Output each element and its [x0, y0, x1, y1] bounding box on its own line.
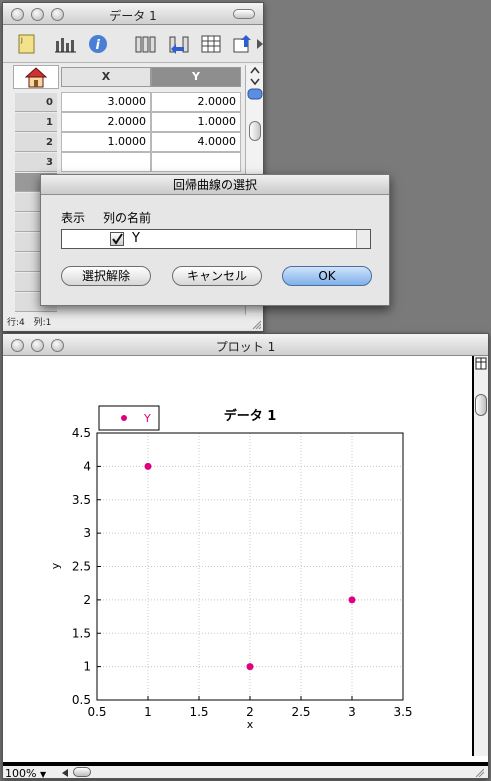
- home-button[interactable]: [13, 65, 59, 89]
- plot-window-titlebar[interactable]: プロット 1: [3, 334, 488, 356]
- row-number[interactable]: 2: [15, 133, 57, 152]
- column-header-x[interactable]: X: [61, 67, 151, 87]
- table-cell[interactable]: 1.0000: [61, 132, 151, 152]
- export-icon[interactable]: [231, 33, 255, 55]
- x-tick-label: 0.5: [87, 705, 106, 719]
- grid: [96, 432, 404, 701]
- y-tick-label: 2: [83, 593, 91, 607]
- table-cell[interactable]: [61, 152, 151, 172]
- window-title: データ 1: [109, 9, 157, 23]
- column-item-label[interactable]: Y: [132, 231, 140, 246]
- scroll-left-icon[interactable]: [59, 768, 71, 778]
- table-icon[interactable]: [199, 33, 223, 55]
- plot-window: プロット 1 0.5 1 1.5 2 2.5 3 3.5 0.5 1 1.5 2 2.5 3 3.5 4 4.…: [2, 333, 489, 780]
- zoom-selector[interactable]: 100% ▼: [5, 767, 46, 780]
- data-window-titlebar[interactable]: データ 1: [3, 3, 263, 25]
- window-title: プロット 1: [215, 340, 276, 354]
- legend-marker: [121, 415, 127, 421]
- data-toolbar: J i: [3, 25, 263, 63]
- scroll-arrows-icon[interactable]: [246, 65, 264, 101]
- info-icon[interactable]: i: [86, 33, 110, 55]
- bottom-bar: 100% ▼: [3, 762, 488, 780]
- insert-column-icon[interactable]: [168, 33, 192, 55]
- row-number[interactable]: 0: [15, 93, 57, 112]
- status-bar: 行:4 列:1: [7, 315, 51, 328]
- data-point: [144, 462, 152, 470]
- scroll-thumb[interactable]: [249, 121, 261, 141]
- legend-label: Y: [143, 412, 151, 425]
- toolbar-overflow-icon[interactable]: [257, 39, 263, 49]
- chart-title: データ 1: [224, 408, 277, 424]
- y-tick-label: 1.5: [72, 626, 91, 640]
- column-header-y[interactable]: Y: [151, 67, 241, 87]
- plot-canvas[interactable]: 0.5 1 1.5 2 2.5 3 3.5 0.5 1 1.5 2 2.5 3 3.5 4 4.5 データ 1…: [5, 356, 471, 772]
- resize-grip-icon[interactable]: [251, 319, 261, 329]
- dialog-title: 回帰曲線の選択: [41, 175, 389, 195]
- legend[interactable]: Y: [98, 405, 160, 431]
- status-cols: 列:1: [33, 318, 52, 328]
- deselect-button[interactable]: 選択解除: [61, 266, 151, 286]
- toolbar-toggle-button[interactable]: [233, 9, 255, 19]
- y-tick-label: 4.5: [72, 426, 91, 440]
- svg-text:i: i: [96, 38, 101, 53]
- horizontal-scroll-thumb[interactable]: [73, 767, 91, 777]
- list-scrollbar[interactable]: [356, 230, 370, 248]
- y-tick-label: 0.5: [72, 693, 91, 707]
- y-tick-label: 2.5: [72, 560, 91, 574]
- x-tick-label: 1: [144, 705, 152, 719]
- svg-text:J: J: [20, 37, 23, 44]
- bar-chart-icon[interactable]: [53, 33, 77, 55]
- x-axis-label: x: [247, 718, 254, 731]
- table-cell[interactable]: 2.0000: [61, 112, 151, 132]
- x-tick-label: 2: [246, 705, 254, 719]
- regression-curve-dialog: 回帰曲線の選択 表示 列の名前 Y 選択解除 キャンセル OK: [40, 174, 390, 306]
- table-cell[interactable]: [151, 152, 241, 172]
- x-tick-label: 2.5: [291, 705, 310, 719]
- scatter-chart: 0.5 1 1.5 2 2.5 3 3.5 0.5 1 1.5 2 2.5 3 3.5 4 4.5 データ 1…: [49, 405, 413, 731]
- columns-icon[interactable]: [133, 33, 157, 55]
- x-tick-label: 3: [348, 705, 356, 719]
- chevron-down-icon[interactable]: ▼: [40, 770, 46, 779]
- table-cell[interactable]: 3.0000: [61, 92, 151, 112]
- x-tick-label: 3.5: [393, 705, 412, 719]
- note-icon[interactable]: J: [15, 33, 39, 55]
- row-number[interactable]: 3: [15, 153, 57, 172]
- axis-ticks: 0.5 1 1.5 2 2.5 3 3.5 0.5 1 1.5 2 2.5 3 3.5 4 4.5: [72, 426, 413, 719]
- table-view-icon[interactable]: [474, 356, 488, 372]
- header-column-name: 列の名前: [103, 211, 152, 225]
- vertical-scrollbar[interactable]: [472, 356, 488, 756]
- table-cell[interactable]: 2.0000: [151, 92, 241, 112]
- table-cell[interactable]: 1.0000: [151, 112, 241, 132]
- y-axis-label: y: [49, 562, 62, 569]
- resize-grip-icon[interactable]: [474, 767, 484, 777]
- column-checkbox[interactable]: [110, 232, 124, 246]
- header-show: 表示: [61, 211, 86, 225]
- status-rows: 行:4: [7, 318, 25, 328]
- cancel-button[interactable]: キャンセル: [172, 266, 262, 286]
- x-tick-label: 1.5: [189, 705, 208, 719]
- checkmark-icon: [112, 233, 123, 245]
- house-icon: [24, 67, 48, 88]
- data-point: [246, 663, 254, 671]
- column-list: Y: [61, 229, 371, 249]
- y-tick-label: 3.5: [72, 493, 91, 507]
- scroll-thumb[interactable]: [475, 394, 487, 416]
- row-number[interactable]: 1: [15, 113, 57, 132]
- zoom-value[interactable]: 100%: [5, 767, 36, 780]
- table-cell[interactable]: 4.0000: [151, 132, 241, 152]
- y-tick-label: 1: [83, 660, 91, 674]
- ok-button[interactable]: OK: [282, 266, 372, 286]
- y-tick-label: 3: [83, 526, 91, 540]
- data-point: [348, 596, 356, 604]
- y-tick-label: 4: [83, 459, 91, 473]
